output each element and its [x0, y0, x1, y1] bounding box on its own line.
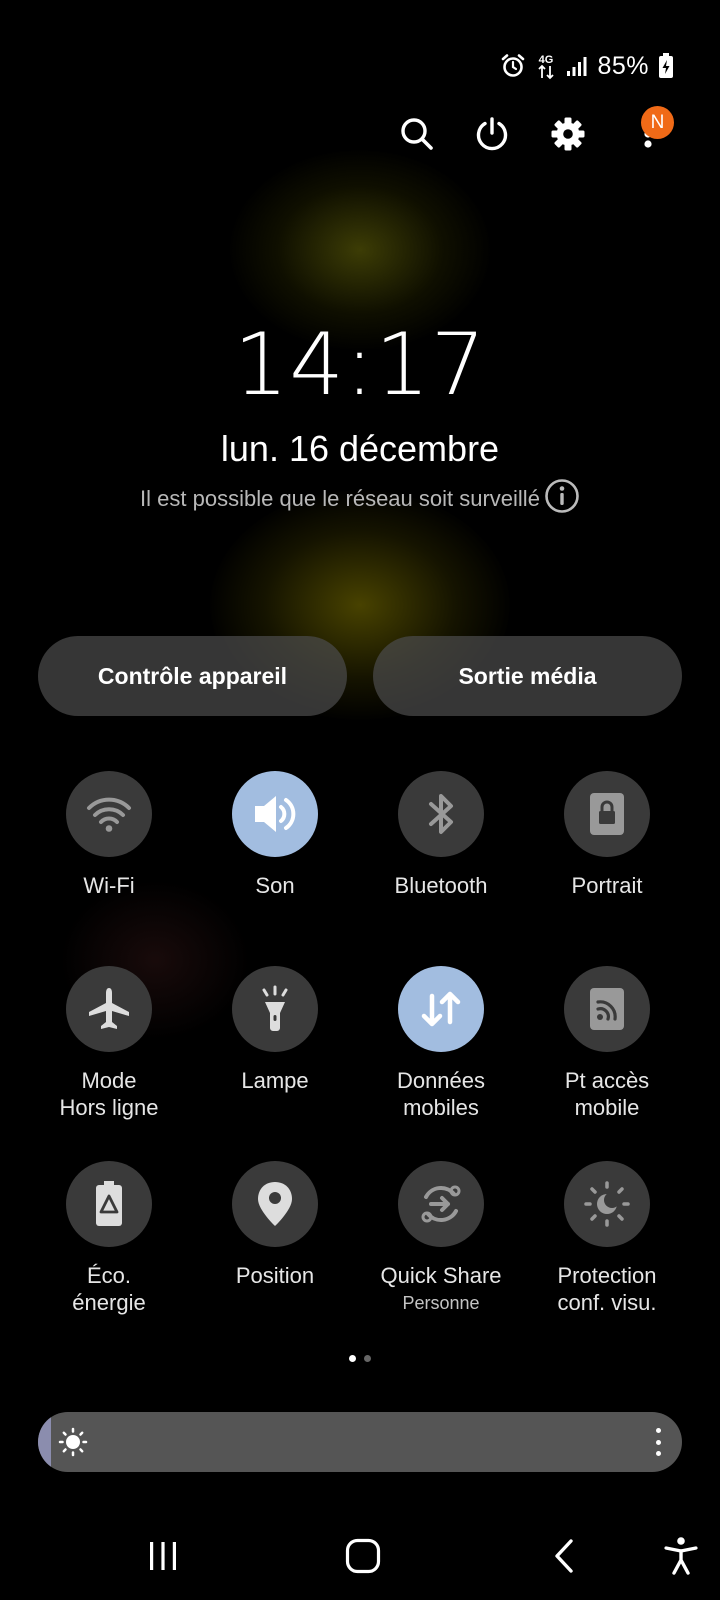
tile-flashlight[interactable]: Lampe — [192, 966, 358, 1094]
tile-button[interactable] — [66, 771, 152, 857]
page-dot — [349, 1355, 356, 1362]
quick-share-icon — [421, 1185, 461, 1223]
tile-label-line: Pt accès — [564, 1068, 650, 1093]
tile-button[interactable] — [564, 1161, 650, 1247]
media-output-button[interactable]: Sortie média — [373, 636, 682, 716]
sound-icon — [255, 796, 296, 832]
battery-percent: 85% — [597, 51, 649, 80]
tile-button[interactable] — [398, 1161, 484, 1247]
rotation-lock-icon — [590, 793, 624, 835]
tile-button[interactable] — [564, 771, 650, 857]
tile-label: Bluetooth — [394, 873, 488, 898]
tile-hotspot[interactable]: Pt accès mobile — [524, 966, 690, 1121]
network-notice-text: Il est possible que le réseau soit surve… — [140, 486, 540, 511]
flashlight-icon — [262, 985, 288, 1031]
tile-label: Pt accès mobile — [524, 1067, 690, 1121]
clock-time: 14:17 — [233, 315, 487, 415]
tile-portrait[interactable]: Portrait — [524, 771, 690, 899]
navigation-bar — [0, 1530, 720, 1582]
tile-button[interactable] — [66, 966, 152, 1052]
brightness-fill — [38, 1412, 51, 1472]
accessibility-icon[interactable] — [656, 1530, 706, 1582]
tile-sound[interactable]: Son — [192, 771, 358, 899]
network-notice[interactable]: Il est possible que le réseau soit surve… — [0, 478, 720, 520]
eye-comfort-icon — [584, 1181, 630, 1227]
info-icon[interactable] — [544, 478, 580, 520]
tile-button[interactable] — [398, 966, 484, 1052]
tile-label-line: mobile — [574, 1095, 640, 1120]
recents-icon[interactable] — [138, 1530, 188, 1582]
tile-label-line: mobiles — [403, 1095, 479, 1120]
tile-button[interactable] — [232, 771, 318, 857]
gear-icon[interactable] — [546, 112, 590, 156]
battery-charging-icon — [658, 53, 674, 79]
tile-button[interactable] — [232, 1161, 318, 1247]
tile-label: Son — [255, 873, 295, 898]
brightness-more-icon[interactable] — [650, 1426, 666, 1458]
page-indicator — [0, 1355, 720, 1362]
tile-label: Quick Share — [380, 1263, 502, 1288]
tile-button[interactable] — [564, 966, 650, 1052]
clock-date: lun. 16 décembre — [220, 428, 500, 469]
tile-button[interactable] — [232, 966, 318, 1052]
tile-eye-comfort[interactable]: Protection conf. visu. — [524, 1161, 690, 1316]
mobile-data-icon — [421, 991, 461, 1027]
tile-label-line: Éco. — [86, 1263, 132, 1288]
tile-button[interactable] — [398, 771, 484, 857]
device-control-button[interactable]: Contrôle appareil — [38, 636, 347, 716]
tile-power-saving[interactable]: Éco. énergie — [26, 1161, 192, 1316]
tile-label-line: conf. visu. — [557, 1290, 657, 1315]
brightness-slider[interactable] — [38, 1412, 682, 1472]
tile-bluetooth[interactable]: Bluetooth — [358, 771, 524, 899]
location-icon — [258, 1182, 292, 1226]
4g-data-icon: 4G — [535, 52, 557, 80]
signal-icon — [566, 55, 588, 77]
tile-label: Données mobiles — [358, 1067, 524, 1121]
svg-text:4G: 4G — [539, 54, 554, 66]
tile-label-line: énergie — [72, 1290, 146, 1315]
hotspot-icon — [590, 988, 624, 1030]
airplane-icon — [89, 988, 129, 1029]
tile-location[interactable]: Position — [192, 1161, 358, 1289]
search-icon[interactable] — [395, 112, 439, 156]
tile-label: Portrait — [571, 873, 643, 898]
notification-badge: N — [641, 106, 674, 139]
tile-label-line: Données — [396, 1068, 486, 1093]
tile-label: Protection conf. visu. — [524, 1262, 690, 1316]
tile-quick-share[interactable]: Quick Share Personne — [358, 1161, 524, 1314]
tile-label-line: Mode — [81, 1068, 137, 1093]
tile-wifi[interactable]: Wi-Fi — [26, 771, 192, 899]
back-icon[interactable] — [540, 1530, 590, 1582]
tile-mobile-data[interactable]: Données mobiles — [358, 966, 524, 1121]
tile-label: Position — [235, 1263, 315, 1288]
tile-label: Lampe — [241, 1068, 309, 1093]
tile-label-line: Hors ligne — [59, 1095, 159, 1120]
power-icon[interactable] — [470, 112, 514, 156]
alarm-icon — [500, 53, 526, 79]
tile-button[interactable] — [66, 1161, 152, 1247]
tile-label-line: Protection — [557, 1263, 657, 1288]
sun-icon — [58, 1427, 88, 1457]
home-icon[interactable] — [338, 1530, 388, 1582]
wifi-icon — [87, 797, 131, 832]
tile-sublabel: Personne — [402, 1293, 480, 1313]
tile-label: Mode Hors ligne — [26, 1067, 192, 1121]
quick-panel-actions — [0, 112, 720, 162]
bluetooth-icon — [429, 794, 453, 834]
page-dot — [364, 1355, 371, 1362]
power-saving-icon — [96, 1181, 122, 1226]
tile-label: Éco. énergie — [26, 1262, 192, 1316]
tile-label: Wi-Fi — [83, 873, 135, 898]
tile-airplane-mode[interactable]: Mode Hors ligne — [26, 966, 192, 1121]
status-bar: 4G 85% — [500, 48, 674, 84]
